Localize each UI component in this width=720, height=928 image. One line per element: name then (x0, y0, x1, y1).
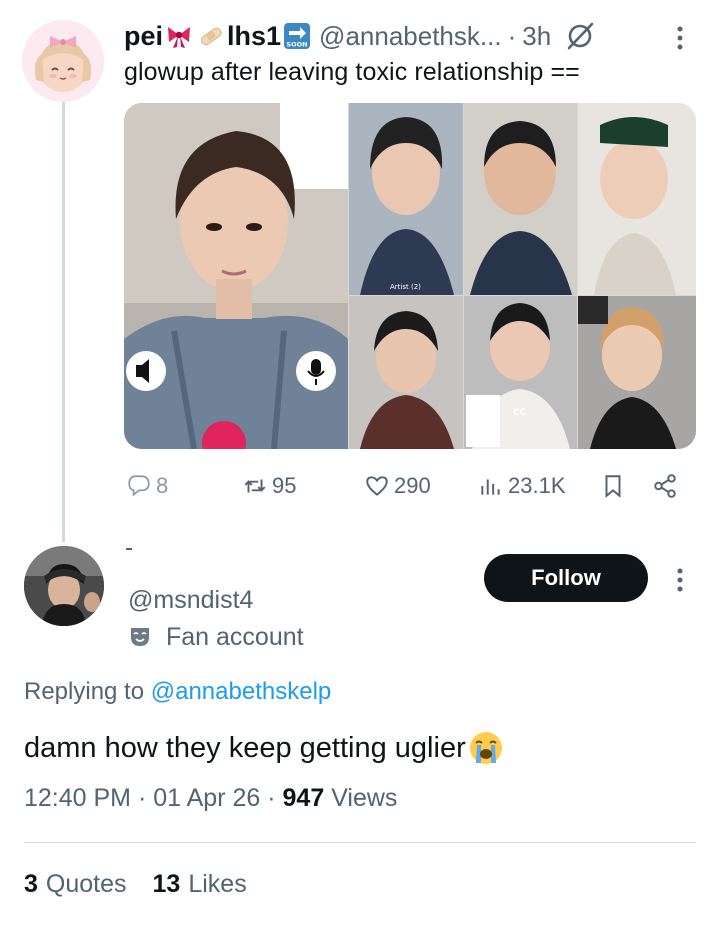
reply-avatar-image (24, 546, 104, 626)
display-name-suffix[interactable]: lhs1 (227, 21, 281, 52)
reply-meta: 12:40 PM · 01 Apr 26 · 947 Views (24, 784, 397, 813)
likes-count: 13 (152, 870, 181, 898)
quotes-count: 3 (24, 870, 38, 898)
avatar-image (22, 20, 104, 102)
share-button[interactable] (652, 468, 678, 504)
reply-time[interactable]: 12:40 PM (24, 784, 131, 812)
engagement-stats: 3 Quotes 13 Likes (24, 870, 273, 899)
soon-arrow-emoji-icon: SOON (284, 23, 311, 49)
likes-label: Likes (188, 870, 247, 898)
quotes-label: Quotes (45, 870, 127, 898)
bandage-emoji-icon (200, 27, 222, 46)
grok-icon[interactable] (565, 21, 595, 51)
views-button[interactable]: 23.1K (478, 468, 566, 504)
share-icon (654, 474, 676, 498)
reply-tweet-text: damn how they keep getting uglier (24, 730, 504, 766)
svg-text:SOON: SOON (286, 41, 307, 49)
likes-stat[interactable]: 13 Likes (153, 870, 247, 899)
more-vertical-icon[interactable] (668, 22, 692, 54)
like-button[interactable]: 290 (364, 468, 431, 504)
reply-views-label: Views (331, 784, 398, 812)
tweet-text: glowup after leaving toxic relationship … (124, 58, 580, 86)
meta-separator: · (137, 784, 154, 812)
media-cc-label: CC (513, 408, 527, 418)
divider (24, 842, 696, 843)
author-handle[interactable]: @annabethsk... (319, 21, 502, 52)
tweet-media-image[interactable]: Artist (2) CC (124, 103, 696, 449)
bookmark-button[interactable] (600, 468, 626, 504)
views-icon (481, 479, 500, 495)
replying-to: Replying to @annabethskelp (24, 678, 331, 706)
bookmark-icon (605, 475, 621, 498)
account-label-text: Fan account (166, 622, 304, 651)
replying-prefix: Replying to (24, 678, 151, 705)
meta-separator: · (267, 784, 283, 812)
thread-connector-line (62, 98, 65, 542)
avatar[interactable] (22, 20, 104, 102)
reply-avatar[interactable] (24, 546, 104, 626)
display-name[interactable]: pei (124, 21, 163, 52)
account-label: Fan account (128, 620, 304, 654)
retweet-count: 95 (272, 473, 297, 498)
media-artist-label: Artist (2) (390, 283, 421, 291)
reply-handle[interactable]: @msndist4 (128, 586, 253, 615)
tweet-header: pei lhs1 SOON @annabethsk... · 3h (124, 18, 595, 54)
reply-display-name[interactable] (126, 548, 132, 550)
loudly-crying-face-emoji-icon (469, 732, 502, 764)
reply-views-count: 947 (282, 784, 325, 812)
reply-date[interactable]: 01 Apr 26 (153, 784, 260, 812)
reply-icon (128, 475, 150, 497)
reply-button[interactable]: 8 (126, 468, 168, 504)
like-icon (366, 476, 388, 496)
bow-emoji-icon (168, 27, 191, 48)
theater-mask-icon (131, 628, 149, 646)
follow-button[interactable]: Follow (484, 554, 648, 602)
video-call-collage: Artist (2) CC (124, 103, 696, 449)
replying-mention-link[interactable]: @annabethskelp (151, 678, 332, 705)
quotes-stat[interactable]: 3 Quotes (24, 870, 127, 899)
tweet-time[interactable]: 3h (522, 21, 551, 52)
separator-dot: · (507, 20, 517, 51)
reply-more-vertical-icon[interactable] (668, 564, 692, 596)
retweet-button[interactable]: 95 (242, 468, 296, 504)
views-count: 23.1K (508, 473, 566, 498)
reply-count: 8 (156, 473, 169, 498)
tweet-actions-bar: 8 95 290 23.1K (124, 468, 696, 504)
like-count: 290 (394, 473, 431, 498)
retweet-icon (244, 479, 266, 493)
reply-text-body: damn how they keep getting uglier (24, 731, 466, 764)
